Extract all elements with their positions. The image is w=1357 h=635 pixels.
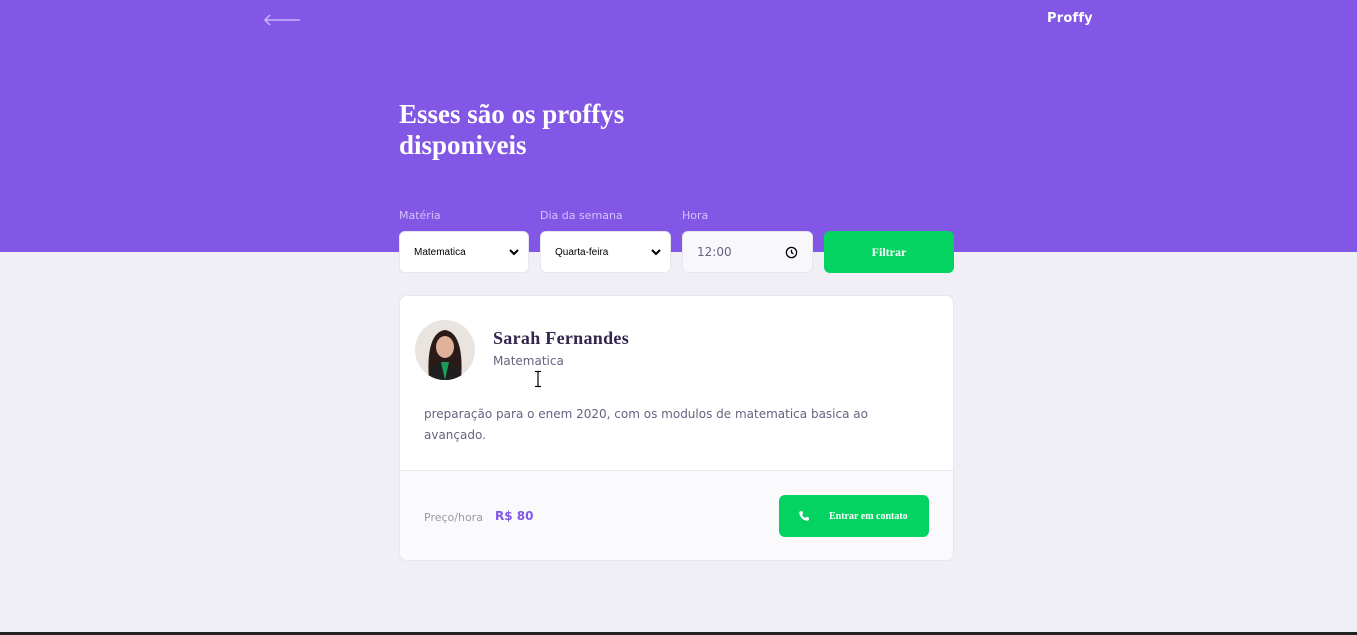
arrow-left-icon[interactable]: [262, 12, 302, 28]
teacher-name: Sarah Fernandes: [493, 328, 630, 348]
chevron-down-icon: [651, 249, 661, 256]
contact-button[interactable]: Entrar em contato: [779, 495, 929, 537]
chevron-down-icon: [509, 249, 519, 256]
teacher-card: Sarah Fernandes Matematica preparação pa…: [399, 295, 954, 561]
weekday-select[interactable]: Quarta-feira: [540, 231, 671, 273]
price-label: Preço/hora: [424, 511, 483, 524]
subject-label: Matéria: [399, 209, 441, 222]
clock-icon[interactable]: [785, 246, 798, 259]
weekday-select-value: Quarta-feira: [555, 246, 609, 258]
logo: Proffy: [1047, 11, 1093, 26]
card-footer: Preço/hora R$ 80 Entrar em contato: [400, 470, 953, 560]
weekday-label: Dia da semana: [540, 209, 623, 222]
price-value: R$ 80: [495, 509, 534, 523]
text-cursor-icon: [535, 370, 541, 388]
contact-button-label: Entrar em contato: [829, 510, 908, 522]
subject-select-value: Matematica: [414, 246, 466, 258]
filter-button[interactable]: Filtrar: [824, 231, 954, 273]
time-label: Hora: [682, 209, 709, 222]
whatsapp-icon: [799, 511, 809, 521]
teacher-subject: Matematica: [493, 354, 564, 368]
time-input[interactable]: 12:00: [682, 231, 813, 273]
teacher-avatar: [415, 320, 475, 380]
page-title: Esses são os proffys disponiveis: [399, 99, 625, 160]
subject-select[interactable]: Matematica: [399, 231, 529, 273]
teacher-bio: preparação para o enem 2020, com os modu…: [424, 407, 868, 442]
time-input-value: 12:00: [697, 245, 732, 259]
page-header: Proffy Esses são os proffys disponiveis …: [0, 0, 1357, 252]
